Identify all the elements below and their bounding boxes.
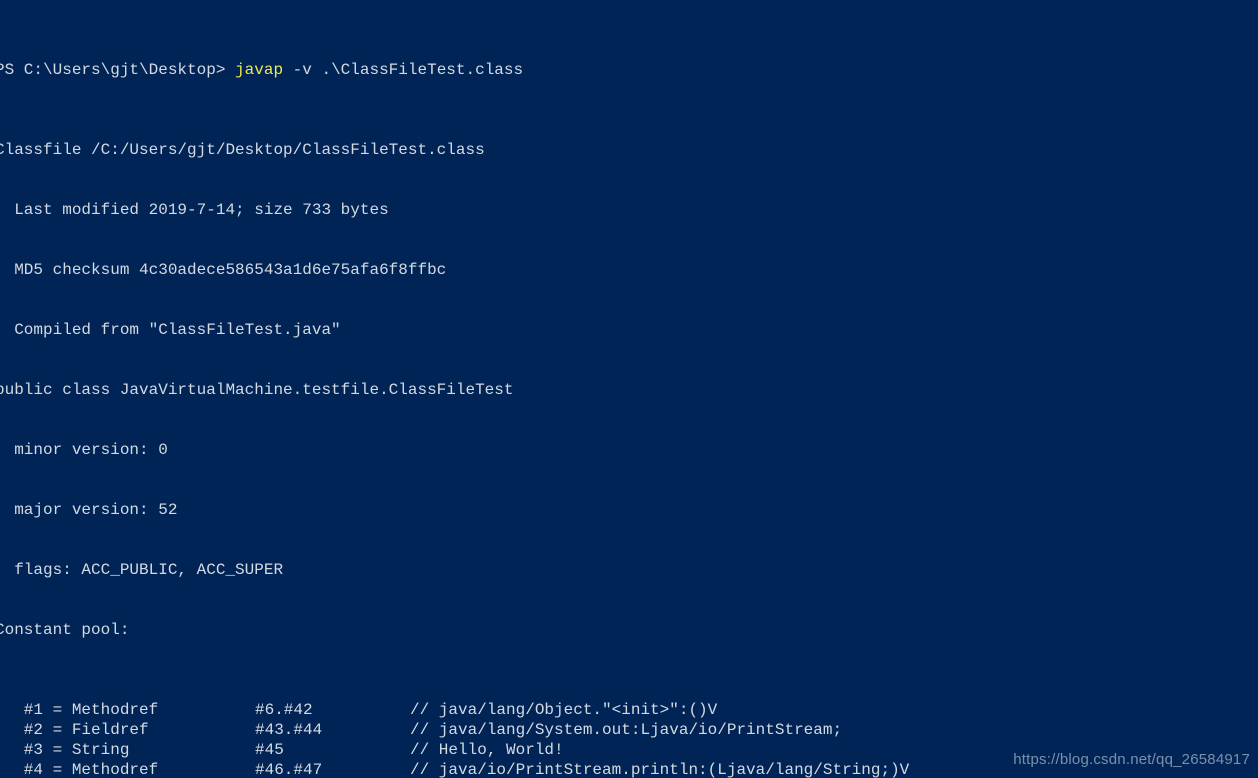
constant-pool-entry: #3 = String #45 // Hello, World! [0,740,909,760]
constant-pool-index: #2 = Fieldref [0,721,149,739]
constant-pool-comment: // Hello, World! [410,741,564,759]
constant-pool-index: #4 = Methodref [0,761,159,778]
constant-pool-entry: #4 = Methodref #46.#47 // java/io/PrintStr… [0,760,909,778]
class-declaration-line: public class JavaVirtualMachine.testfile… [0,381,514,399]
constant-pool-value: #46.#47 [255,761,323,778]
console-output: PS C:\Users\gjt\Desktop> javap -v .\Clas… [0,0,909,778]
prompt-prefix: PS C:\Users\gjt\Desktop> [0,61,236,79]
flags-line: flags: ACC_PUBLIC, ACC_SUPER [0,561,284,579]
constant-pool-index: #1 = Methodref [0,701,159,719]
watermark: https://blog.csdn.net/qq_26584917 [1013,751,1250,768]
constant-pool-list: #1 = Methodref #6.#42 // java/lang/Object.… [0,700,909,778]
constant-pool-comment: // java/lang/Object."<init>":()V [410,701,718,719]
command-args: -v .\ClassFileTest.class [283,61,524,79]
constant-pool-comment: // java/io/PrintStream.println:(Ljava/la… [410,761,910,778]
minor-version-line: minor version: 0 [0,441,168,459]
major-version-line: major version: 52 [0,501,178,519]
terminal-window[interactable]: PS C:\Users\gjt\Desktop> javap -v .\Clas… [0,0,1258,778]
constant-pool-entry: #1 = Methodref #6.#42 // java/lang/Object.… [0,700,909,720]
command-name: javap [235,61,284,79]
md5-checksum-line: MD5 checksum 4c30adece586543a1d6e75afa6f… [0,261,447,279]
constant-pool-entry: #2 = Fieldref #43.#44 // java/lang/System.… [0,720,909,740]
constant-pool-value: #6.#42 [255,701,313,719]
constant-pool-value: #45 [255,741,284,759]
last-modified-line: Last modified 2019-7-14; size 733 bytes [0,201,389,219]
classfile-line: Classfile /C:/Users/gjt/Desktop/ClassFil… [0,141,485,159]
compiled-from-line: Compiled from "ClassFileTest.java" [0,321,341,339]
constant-pool-value: #43.#44 [255,721,323,739]
constant-pool-index: #3 = String [0,741,130,759]
constant-pool-label: Constant pool: [0,621,130,639]
constant-pool-comment: // java/lang/System.out:Ljava/io/PrintSt… [410,721,843,739]
prompt-line: PS C:\Users\gjt\Desktop> javap -v .\Clas… [0,60,909,80]
